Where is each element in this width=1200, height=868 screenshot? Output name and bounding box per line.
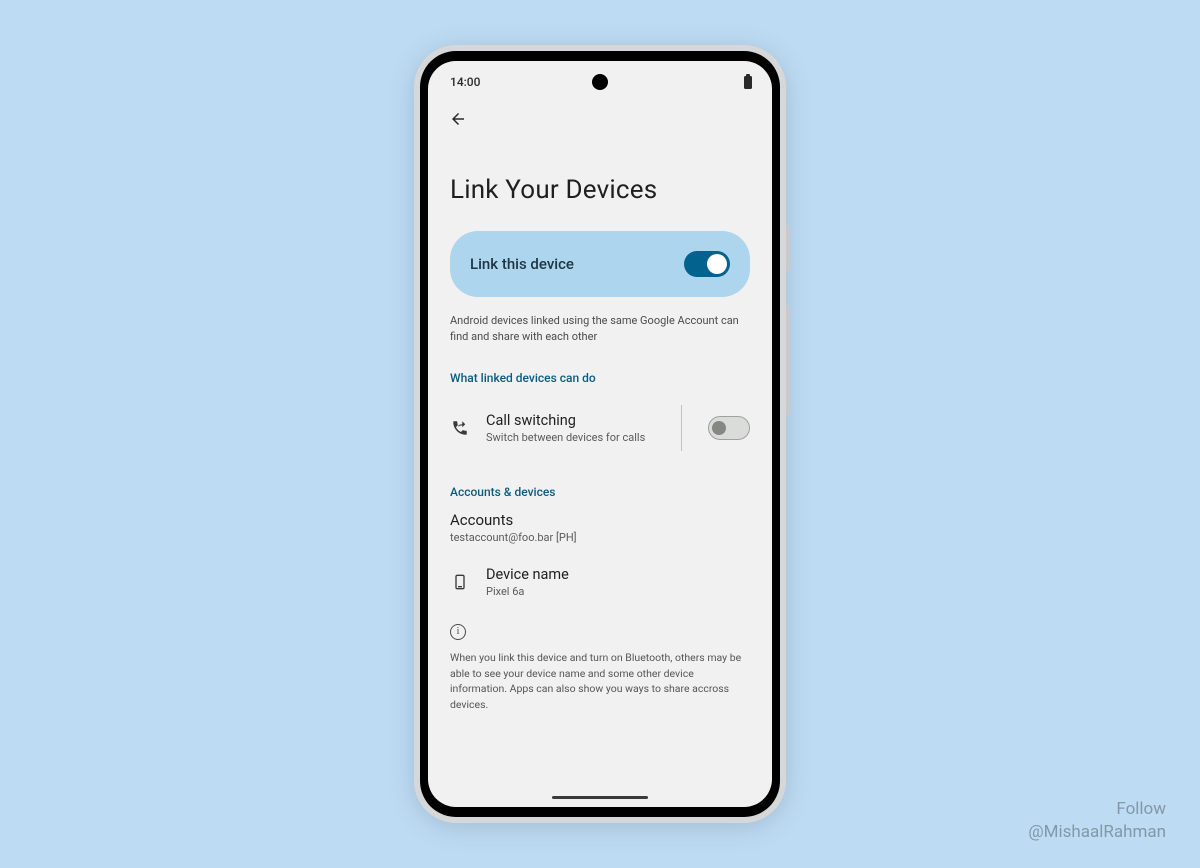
device-name-label: Device name (486, 566, 750, 583)
device-name-body: Device name Pixel 6a (486, 566, 750, 598)
device-name-row[interactable]: Device name Pixel 6a (450, 558, 750, 606)
link-description: Android devices linked using the same Go… (450, 313, 750, 345)
credit: Follow @MishaalRahman (1028, 798, 1166, 844)
phone-callback-icon (450, 418, 470, 438)
call-switching-body: Call switching Switch between devices fo… (486, 412, 661, 444)
page-title: Link Your Devices (450, 175, 750, 205)
front-camera (592, 74, 608, 90)
arrow-left-icon (449, 110, 467, 128)
accounts-value: testaccount@foo.bar [PH] (450, 531, 750, 544)
link-this-device-card[interactable]: Link this device (450, 231, 750, 297)
phone-bezel: 14:00 Link Your Devices Link this device (420, 51, 780, 817)
call-switching-subtitle: Switch between devices for calls (486, 431, 661, 444)
back-button[interactable] (444, 105, 472, 133)
phone-frame: 14:00 Link Your Devices Link this device (414, 45, 786, 823)
call-switching-row[interactable]: Call switching Switch between devices fo… (450, 397, 750, 459)
link-this-device-toggle[interactable] (684, 251, 730, 277)
screen: 14:00 Link Your Devices Link this device (428, 61, 772, 807)
status-time: 14:00 (450, 75, 480, 89)
section-header-capabilities: What linked devices can do (450, 371, 750, 385)
app-bar (428, 93, 772, 133)
link-this-device-label: Link this device (470, 255, 574, 273)
toggle-knob (707, 254, 727, 274)
accounts-row[interactable]: Accounts testaccount@foo.bar [PH] (450, 511, 750, 544)
info-icon: i (450, 624, 466, 640)
section-header-accounts: Accounts & devices (450, 485, 750, 499)
call-switching-title: Call switching (486, 412, 661, 429)
call-switching-toggle[interactable] (708, 416, 750, 440)
power-button (786, 225, 790, 271)
gesture-nav-bar[interactable] (552, 796, 648, 800)
smartphone-icon (450, 572, 470, 592)
volume-rocker (786, 305, 790, 415)
battery-icon (744, 76, 752, 89)
accounts-label: Accounts (450, 511, 750, 529)
device-name-value: Pixel 6a (486, 585, 750, 598)
credit-line2: @MishaalRahman (1028, 821, 1166, 844)
info-text: When you link this device and turn on Bl… (450, 650, 750, 713)
content: Link Your Devices Link this device Andro… (428, 175, 772, 713)
credit-line1: Follow (1028, 798, 1166, 821)
divider-vertical (681, 405, 682, 451)
toggle-knob (712, 421, 726, 435)
